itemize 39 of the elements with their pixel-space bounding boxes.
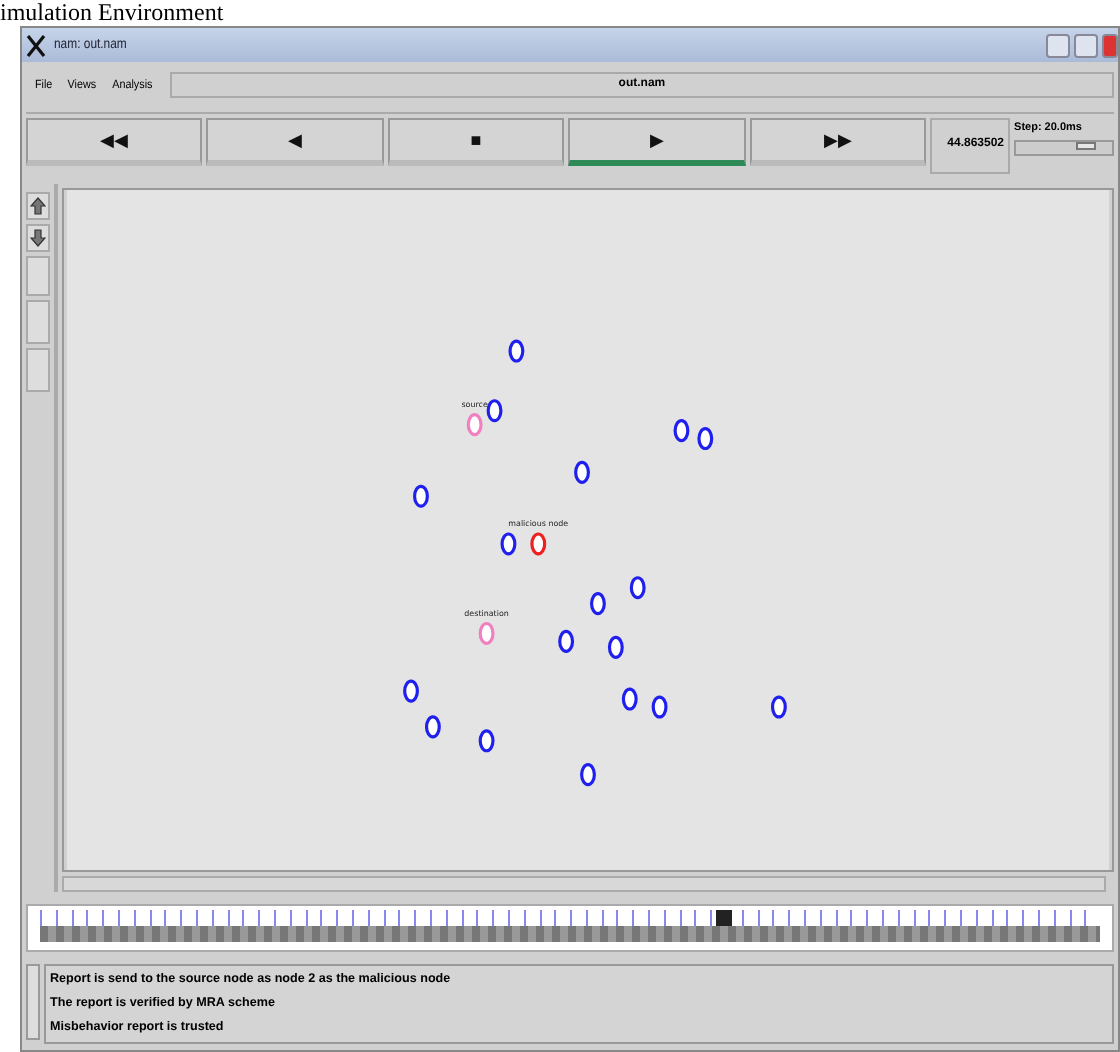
network-node[interactable] xyxy=(500,532,517,556)
playback-button[interactable]: ◀◀ xyxy=(26,118,203,166)
scrollbar[interactable] xyxy=(26,964,40,1040)
network-node[interactable] xyxy=(478,729,495,753)
x-logo-icon xyxy=(26,33,46,57)
timeline[interactable] xyxy=(26,904,1114,952)
network-node[interactable] xyxy=(413,484,429,508)
playback-button[interactable]: ■ xyxy=(387,118,565,166)
network-node[interactable] xyxy=(508,339,525,363)
network-node[interactable] xyxy=(621,687,638,711)
network-node[interactable] xyxy=(580,763,596,787)
slider-thumb[interactable] xyxy=(1076,142,1097,150)
network-node[interactable] xyxy=(424,715,441,739)
network-node[interactable] xyxy=(607,635,624,659)
network-node[interactable] xyxy=(574,460,590,484)
network-node[interactable] xyxy=(486,399,503,423)
playback-button[interactable]: ▶ xyxy=(568,118,746,166)
network-node[interactable] xyxy=(478,621,495,645)
network-node[interactable] xyxy=(651,695,668,719)
network-node[interactable] xyxy=(590,592,606,616)
scrollbar[interactable] xyxy=(62,876,1106,892)
network-node[interactable] xyxy=(770,695,787,719)
playback-button[interactable]: ▶▶ xyxy=(749,118,927,166)
network-node[interactable] xyxy=(466,413,483,437)
playback-button[interactable]: ◀ xyxy=(206,118,384,166)
network-node[interactable] xyxy=(403,679,419,703)
close-button[interactable] xyxy=(1102,33,1118,57)
network-node[interactable] xyxy=(558,629,575,653)
network-node[interactable] xyxy=(673,419,690,443)
zoom-in-button[interactable] xyxy=(26,192,50,220)
network-node[interactable] xyxy=(629,576,646,600)
maximize-button[interactable] xyxy=(1074,33,1098,57)
caption: imulation Environment xyxy=(0,0,224,26)
zoom-out-button[interactable] xyxy=(26,224,50,252)
network-node[interactable] xyxy=(530,532,547,556)
step-slider[interactable] xyxy=(1014,140,1115,156)
network-node[interactable] xyxy=(697,427,714,451)
time-marker[interactable] xyxy=(715,910,732,926)
minimize-button[interactable] xyxy=(1046,33,1070,57)
